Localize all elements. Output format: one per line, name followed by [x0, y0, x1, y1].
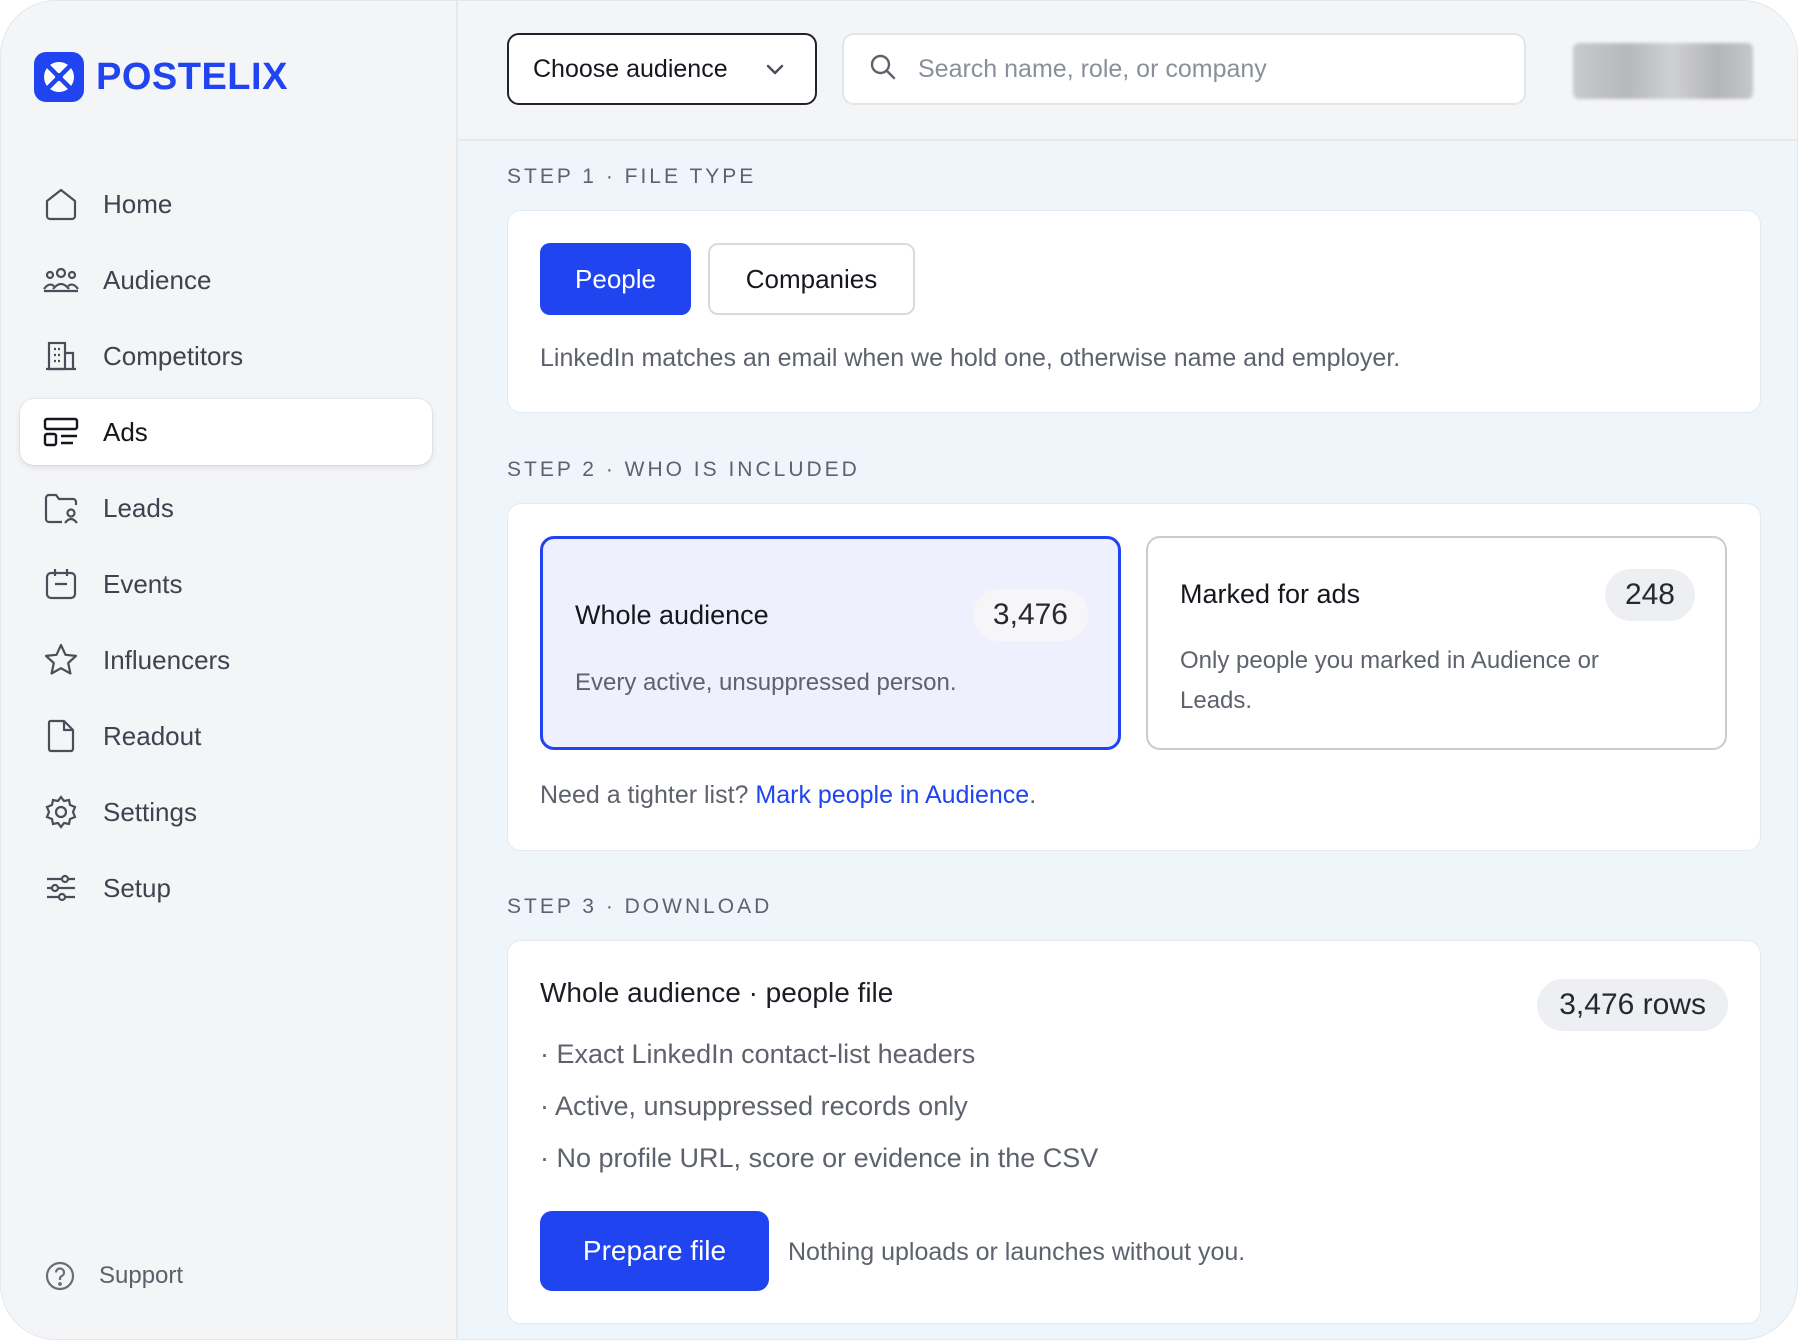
audience-select-value: Choose audience: [533, 54, 728, 83]
step-3-label: STEP 3 · DOWNLOAD: [507, 895, 773, 918]
file-type-card: People Companies LinkedIn matches an ema…: [507, 210, 1761, 413]
sidebar-item-audience[interactable]: Audience: [20, 247, 432, 313]
option-description: Every active, unsuppressed person.: [575, 669, 957, 696]
sidebar-item-readout[interactable]: Readout: [20, 703, 432, 769]
option-description: Only people you marked in Audience or Le…: [1180, 647, 1599, 714]
star-icon: [42, 641, 80, 679]
option-count-badge: 3,476: [972, 589, 1088, 641]
sidebar-item-events[interactable]: Events: [20, 551, 432, 617]
logo-mark-icon: [34, 52, 84, 102]
home-icon: [42, 185, 80, 223]
building-icon: [42, 337, 80, 375]
option-count-badge: 248: [1604, 569, 1695, 621]
sidebar-item-label: Ads: [103, 416, 148, 447]
search-input[interactable]: [918, 54, 1478, 84]
option-whole-audience[interactable]: Whole audience 3,476 Every active, unsup…: [540, 536, 1121, 750]
user-avatar[interactable]: [1573, 43, 1753, 99]
people-group-icon: [42, 261, 80, 299]
sidebar-item-influencers[interactable]: Influencers: [20, 627, 432, 693]
sidebar-item-label: Leads: [103, 492, 174, 523]
sidebar-item-home[interactable]: Home: [20, 171, 432, 237]
support-link[interactable]: Support: [43, 1259, 183, 1293]
tighter-list-note: Need a tighter list? Mark people in Audi…: [540, 781, 1036, 810]
search-box[interactable]: [842, 33, 1526, 105]
sidebar-item-label: Competitors: [103, 340, 244, 371]
download-feature: · No profile URL, score or evidence in t…: [540, 1143, 1099, 1173]
step-1-label: STEP 1 · FILE TYPE: [507, 165, 757, 188]
brand-logo[interactable]: POSTELIX: [34, 51, 288, 103]
calendar-icon: [42, 565, 80, 603]
tighter-list-suffix: .: [1029, 781, 1037, 809]
option-title: Whole audience: [575, 600, 769, 630]
sidebar-item-settings[interactable]: Settings: [20, 779, 432, 845]
sidebar-item-leads[interactable]: Leads: [20, 475, 432, 541]
main-content: STEP 1 · FILE TYPE People Companies Link…: [459, 143, 1797, 1339]
audience-select[interactable]: Choose audience: [507, 33, 817, 105]
tighter-list-text: Need a tighter list?: [540, 781, 756, 809]
search-icon: [868, 52, 898, 87]
ads-layout-icon: [42, 413, 80, 451]
folder-user-icon: [42, 489, 80, 527]
gear-icon: [42, 793, 80, 831]
file-type-people-button[interactable]: People: [540, 243, 691, 315]
support-label: Support: [99, 1262, 184, 1289]
mark-people-link[interactable]: Mark people in Audience: [755, 781, 1029, 809]
sidebar-item-label: Influencers: [103, 644, 231, 675]
option-title: Marked for ads: [1180, 579, 1361, 609]
sidebar-item-competitors[interactable]: Competitors: [20, 323, 432, 389]
sidebar-item-ads[interactable]: Ads: [20, 399, 432, 465]
sidebar-item-setup[interactable]: Setup: [20, 855, 432, 921]
sidebar-item-label: Events: [103, 568, 183, 599]
sidebar-nav: Home Audience Competitors Ads Leads Even…: [20, 171, 432, 931]
file-type-hint: LinkedIn matches an email when we hold o…: [540, 344, 1401, 372]
prepare-file-button[interactable]: Prepare file: [540, 1211, 769, 1291]
top-bar: Choose audience: [459, 1, 1797, 141]
chevron-down-icon: [763, 57, 787, 88]
brand-name: POSTELIX: [96, 55, 288, 98]
download-card: Whole audience · people file 3,476 rows …: [507, 940, 1761, 1324]
sidebar-item-label: Audience: [103, 264, 212, 295]
sidebar-item-label: Home: [103, 188, 173, 219]
option-marked-for-ads[interactable]: Marked for ads 248 Only people you marke…: [1146, 536, 1727, 750]
step-2-label: STEP 2 · WHO IS INCLUDED: [507, 458, 860, 481]
sidebar-item-label: Setup: [103, 872, 171, 903]
sidebar-item-label: Readout: [103, 720, 202, 751]
document-icon: [42, 717, 80, 755]
audience-scope-card: Whole audience 3,476 Every active, unsup…: [507, 503, 1761, 851]
sliders-icon: [42, 869, 80, 907]
download-feature: · Exact LinkedIn contact-list headers: [540, 1039, 976, 1069]
help-circle-icon: [43, 1259, 77, 1293]
download-title: Whole audience · people file: [540, 977, 894, 1008]
row-count-badge: 3,476 rows: [1537, 979, 1728, 1031]
app-window: POSTELIX Home Audience Competitors Ads L…: [0, 0, 1798, 1340]
sidebar-item-label: Settings: [103, 796, 197, 827]
sidebar: POSTELIX Home Audience Competitors Ads L…: [1, 1, 458, 1339]
prepare-file-note: Nothing uploads or launches without you.: [788, 1238, 1246, 1266]
file-type-companies-button[interactable]: Companies: [708, 243, 915, 315]
download-feature: · Active, unsuppressed records only: [540, 1091, 968, 1121]
